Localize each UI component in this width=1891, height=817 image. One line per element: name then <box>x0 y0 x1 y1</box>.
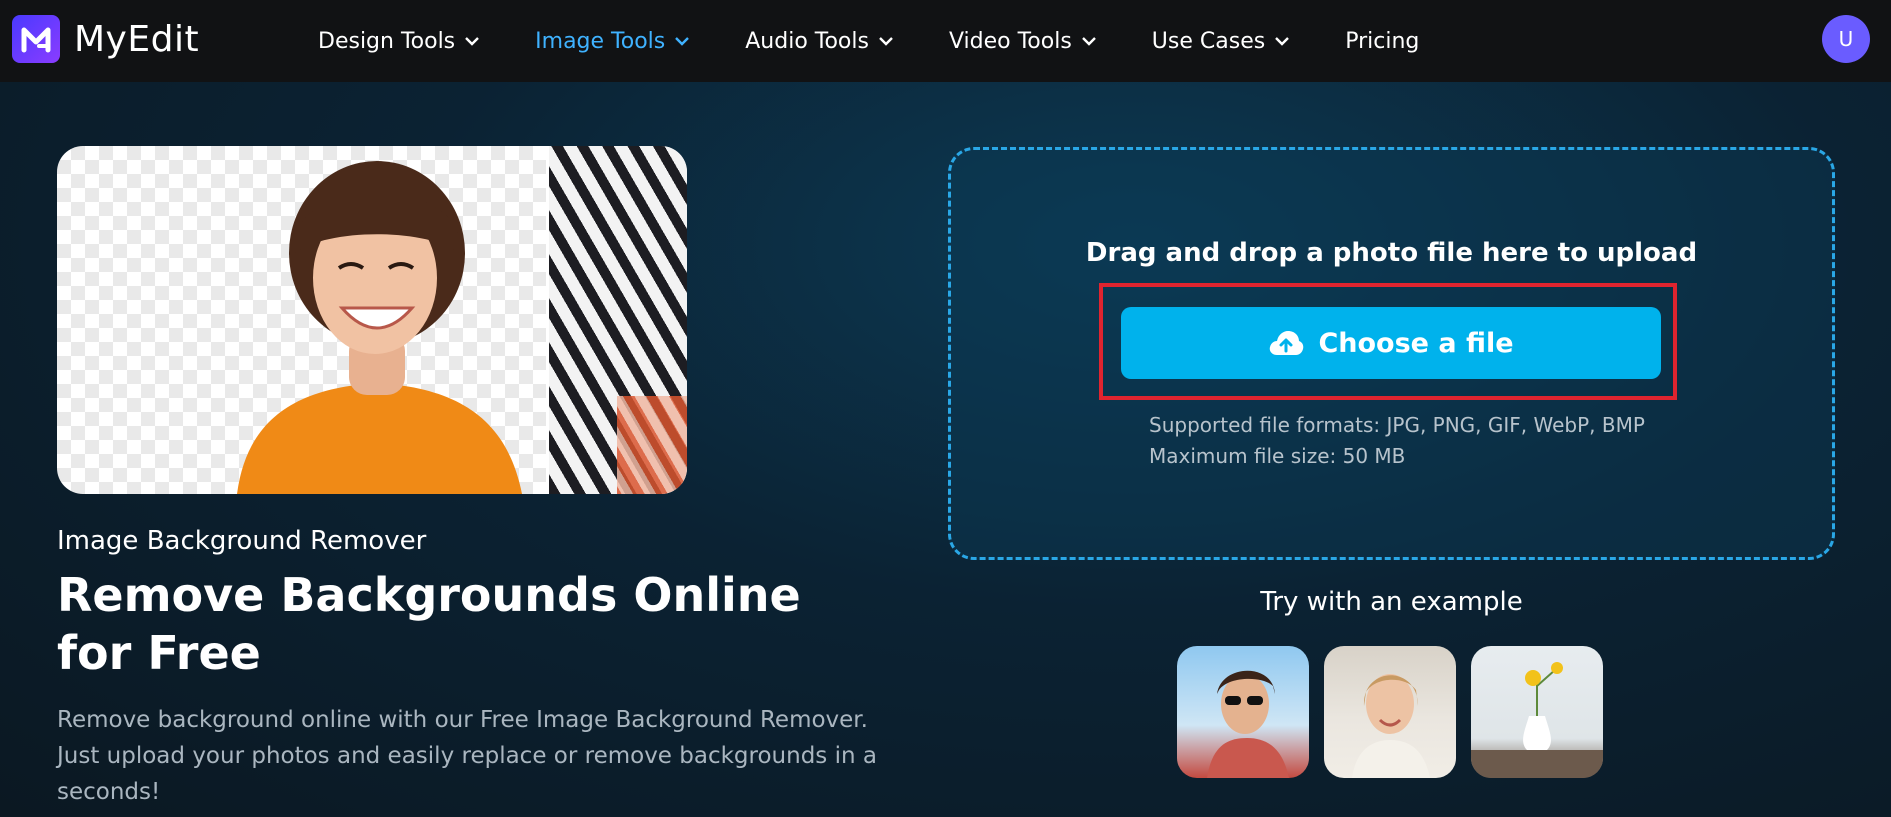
max-file-size-text: Maximum file size: 50 MB <box>1149 444 1406 468</box>
user-avatar[interactable]: U <box>1822 15 1870 63</box>
top-navbar: MyEdit Design Tools Image Tools Audio To… <box>0 0 1891 82</box>
nav-label: Use Cases <box>1151 28 1266 54</box>
example-image-woman-sunglasses <box>1207 670 1289 778</box>
brand-name: MyEdit <box>74 18 200 60</box>
cloud-upload-icon <box>1270 331 1304 355</box>
example-thumbnail-woman-sunglasses[interactable] <box>1177 646 1309 778</box>
nav-video-tools[interactable]: Video Tools <box>949 29 1096 54</box>
nav-image-tools[interactable]: Image Tools <box>535 28 690 54</box>
example-thumbnail-flower-vase[interactable] <box>1471 646 1603 778</box>
nav-label: Pricing <box>1345 28 1420 54</box>
portrait-woman-illustration <box>237 161 522 494</box>
nav-audio-tools[interactable]: Audio Tools <box>745 29 893 54</box>
nav-label: Video Tools <box>948 28 1072 54</box>
choose-file-label: Choose a file <box>1318 327 1514 359</box>
example-thumbnail-woman-smiling[interactable] <box>1324 646 1456 778</box>
page-description: Remove background online with our Free I… <box>57 707 877 805</box>
example-image-woman-smiling <box>1352 674 1430 778</box>
chevron-down-icon <box>465 36 480 46</box>
nav-design-tools[interactable]: Design Tools <box>318 28 480 54</box>
chevron-down-icon <box>879 36 893 46</box>
hero-before-after-image <box>57 146 687 494</box>
supported-formats-text: Supported file formats: JPG, PNG, GIF, W… <box>1149 413 1645 437</box>
examples-title: Try with an example <box>1260 587 1523 617</box>
nav-pricing[interactable]: Pricing <box>1345 29 1419 54</box>
example-image-flower-vase <box>1471 662 1603 778</box>
page-title: Remove Backgrounds Online for Free <box>57 568 801 680</box>
brand-logo[interactable]: MyEdit <box>12 15 199 63</box>
dropzone-title: Drag and drop a photo file here to uploa… <box>1085 238 1698 268</box>
choose-file-button[interactable]: Choose a file <box>1121 307 1661 379</box>
chevron-down-icon <box>1275 36 1290 46</box>
nav-use-cases[interactable]: Use Cases <box>1151 28 1290 54</box>
page-subtitle: Image Background Remover <box>57 526 427 556</box>
myedit-logo-icon <box>12 15 60 63</box>
main-nav: Design Tools Image Tools Audio Tools Vid… <box>318 0 1475 82</box>
chevron-down-icon <box>675 36 690 46</box>
upload-requirements: Supported file formats: JPG, PNG, GIF, W… <box>1149 410 1645 472</box>
original-background-accent <box>617 396 687 494</box>
nav-label: Audio Tools <box>745 28 869 54</box>
nav-label: Design Tools <box>318 28 456 54</box>
nav-label: Image Tools <box>535 28 666 54</box>
chevron-down-icon <box>1081 36 1096 46</box>
